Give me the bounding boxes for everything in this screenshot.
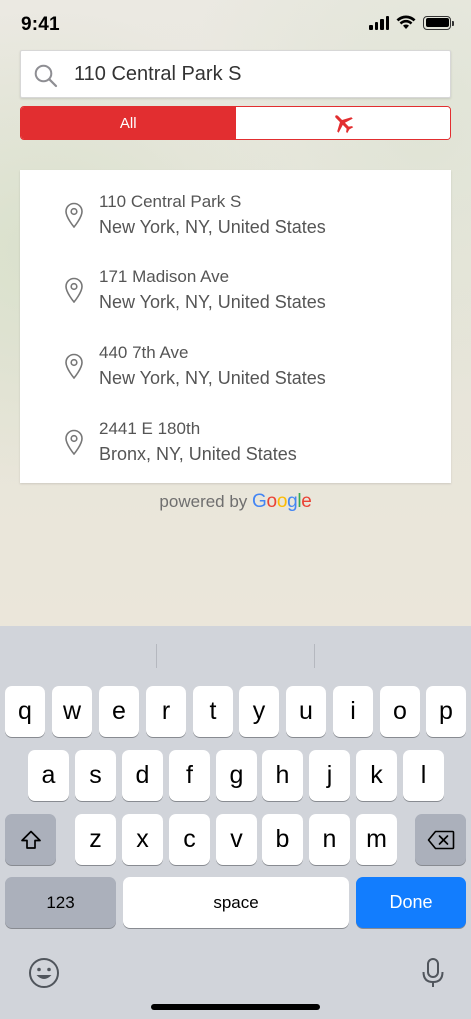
numbers-key[interactable]: 123	[5, 877, 116, 928]
results-list: 110 Central Park S New York, NY, United …	[20, 170, 451, 483]
key-m[interactable]: m	[356, 814, 397, 865]
filter-flights-button[interactable]	[235, 107, 450, 139]
predictive-bar	[0, 626, 471, 682]
predictive-divider	[156, 644, 157, 668]
status-icons	[369, 15, 454, 30]
key-j[interactable]: j	[309, 750, 350, 801]
shift-icon	[20, 830, 41, 849]
search-box[interactable]	[20, 50, 451, 98]
delete-key[interactable]	[415, 814, 466, 865]
space-key[interactable]: space	[123, 877, 349, 928]
shift-key[interactable]	[5, 814, 56, 865]
key-q[interactable]: q	[5, 686, 45, 737]
key-c[interactable]: c	[169, 814, 210, 865]
location-pin-icon	[65, 353, 83, 379]
key-t[interactable]: t	[193, 686, 233, 737]
wifi-icon	[396, 15, 416, 29]
key-f[interactable]: f	[169, 750, 210, 801]
result-item[interactable]: 171 Madison Ave New York, NY, United Sta…	[20, 245, 451, 321]
key-r[interactable]: r	[146, 686, 186, 737]
result-title: 440 7th Ave	[99, 343, 189, 362]
key-l[interactable]: l	[403, 750, 444, 801]
result-item[interactable]: 2441 E 180th Bronx, NY, United States	[20, 397, 451, 473]
key-k[interactable]: k	[356, 750, 397, 801]
search-input[interactable]	[74, 51, 434, 97]
key-e[interactable]: e	[99, 686, 139, 737]
filter-segmented-control: All	[20, 106, 451, 140]
result-subtitle: Bronx, NY, United States	[99, 444, 297, 464]
key-u[interactable]: u	[286, 686, 326, 737]
key-g[interactable]: g	[216, 750, 257, 801]
google-attribution: powered by Google	[0, 491, 471, 513]
location-pin-icon	[65, 429, 83, 455]
status-time: 9:41	[21, 14, 60, 35]
result-item[interactable]: 440 7th Ave New York, NY, United States	[20, 321, 451, 397]
battery-icon	[423, 15, 454, 30]
backspace-icon	[427, 830, 454, 849]
attribution-prefix: powered by	[159, 492, 248, 511]
emoji-icon[interactable]	[27, 956, 61, 990]
key-x[interactable]: x	[122, 814, 163, 865]
filter-all-button[interactable]: All	[21, 107, 236, 139]
result-title: 2441 E 180th	[99, 419, 201, 438]
key-d[interactable]: d	[122, 750, 163, 801]
home-indicator	[151, 1004, 320, 1010]
key-z[interactable]: z	[75, 814, 116, 865]
result-item[interactable]: 110 Central Park S New York, NY, United …	[20, 170, 451, 246]
filter-all-label: All	[119, 114, 137, 132]
search-icon	[34, 64, 58, 88]
key-o[interactable]: o	[380, 686, 420, 737]
airplane-icon	[334, 115, 353, 134]
location-pin-icon	[65, 202, 83, 228]
key-w[interactable]: w	[52, 686, 92, 737]
cellular-signal-icon	[369, 15, 389, 30]
key-p[interactable]: p	[426, 686, 466, 737]
microphone-icon[interactable]	[416, 956, 450, 990]
key-h[interactable]: h	[262, 750, 303, 801]
result-title: 110 Central Park S	[99, 192, 242, 211]
key-y[interactable]: y	[239, 686, 279, 737]
result-subtitle: New York, NY, United States	[99, 217, 326, 237]
done-key[interactable]: Done	[356, 877, 466, 928]
result-subtitle: New York, NY, United States	[99, 368, 326, 388]
predictive-divider	[314, 644, 315, 668]
key-v[interactable]: v	[216, 814, 257, 865]
key-a[interactable]: a	[28, 750, 69, 801]
key-n[interactable]: n	[309, 814, 350, 865]
key-i[interactable]: i	[333, 686, 373, 737]
result-title: 171 Madison Ave	[99, 267, 230, 286]
key-b[interactable]: b	[262, 814, 303, 865]
google-logo: Google	[252, 491, 312, 512]
location-pin-icon	[65, 277, 83, 303]
result-subtitle: New York, NY, United States	[99, 292, 326, 312]
status-bar: 9:41	[0, 0, 471, 50]
key-s[interactable]: s	[75, 750, 116, 801]
